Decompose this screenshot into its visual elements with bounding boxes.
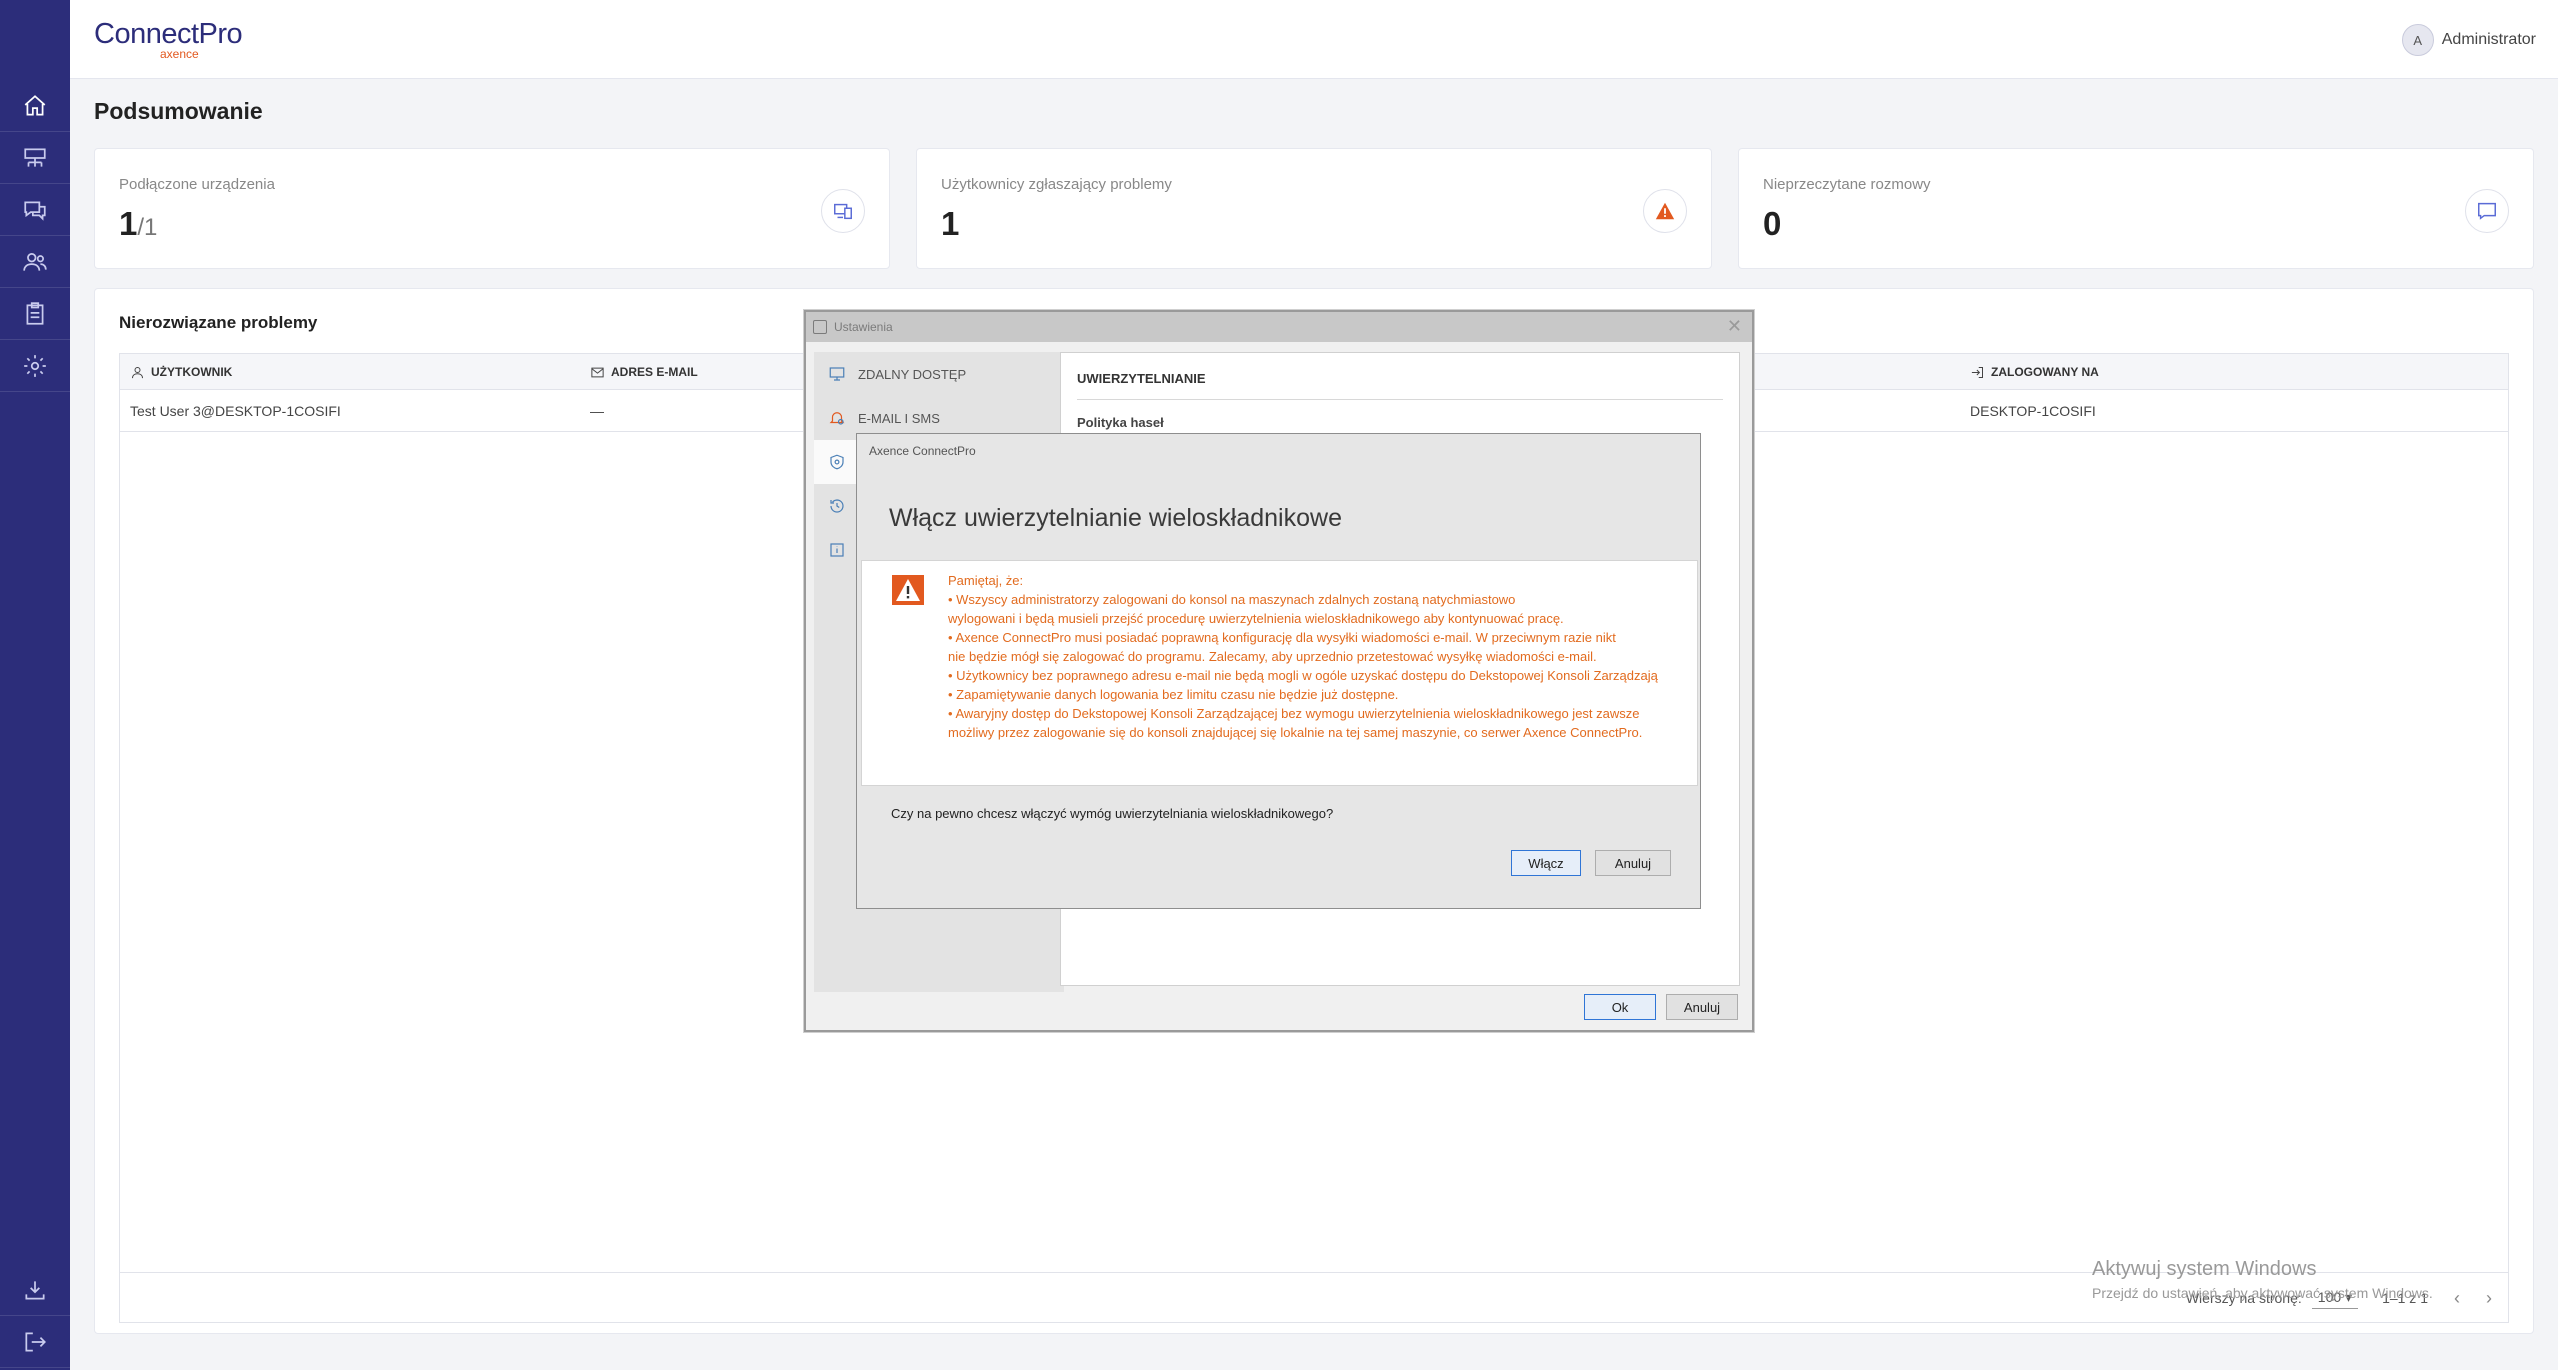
shield-icon (830, 454, 844, 470)
home-icon (24, 94, 46, 116)
card-value-denominator: /1 (137, 214, 158, 241)
warning-line: • Wszyscy administratorzy zalogowani do … (948, 592, 1516, 607)
sidebar-item-download[interactable] (0, 1264, 70, 1316)
column-label: UŻYTKOWNIK (151, 365, 233, 379)
avatar: A (2401, 24, 2434, 56)
cancel-button[interactable]: Anuluj (1666, 994, 1738, 1020)
username: Administrator (2441, 31, 2536, 48)
nav-label: E-MAIL I SMS (858, 410, 940, 426)
mfa-confirm-dialog: Axence ConnectPro Włącz uwierzytelnianie… (856, 433, 1701, 909)
settings-titlebar[interactable]: Ustawienia ✕ (806, 312, 1752, 342)
card-connected-devices[interactable]: Podłączone urządzenia 1/1 (94, 148, 890, 269)
watermark-line2: Przejdź do ustawień, aby aktywować syste… (2092, 1285, 2433, 1301)
watermark-line1: Aktywuj system Windows (2092, 1258, 2317, 1280)
column-label: ADRES E-MAIL (611, 365, 698, 379)
devices-icon (24, 147, 46, 167)
card-label: Nieprzeczytane rozmowy (1763, 176, 1931, 193)
login-icon (1971, 366, 1983, 378)
section-title: UWIERZYTELNIANIE (1077, 371, 1206, 386)
nav-label: ZDALNY DOSTĘP (858, 366, 967, 382)
prev-page-icon[interactable]: ‹ (2454, 1288, 2460, 1309)
windows-activation-watermark: Aktywuj system Windows Przejdź do ustawi… (2092, 1258, 2433, 1301)
card-unread-chats[interactable]: Nieprzeczytane rozmowy 0 (1738, 148, 2534, 269)
ok-button[interactable]: Ok (1584, 994, 1656, 1020)
download-icon (25, 1280, 45, 1300)
card-value: 0 (1763, 205, 1782, 242)
sidebar-item-home[interactable] (0, 80, 70, 132)
subsection-title: Polityka haseł (1077, 415, 1164, 430)
nav-item-remote-access[interactable]: ZDALNY DOSTĘP (814, 352, 1064, 396)
warning-line: • Awaryjny dostęp do Dekstopowej Konsoli… (948, 706, 1640, 721)
monitor-icon (829, 367, 845, 381)
gear-icon (24, 354, 46, 377)
sidebar-item-logout[interactable] (0, 1316, 70, 1368)
warning-line: nie będzie mógł się zalogować do program… (948, 649, 1597, 664)
confirm-question: Czy na pewno chcesz włączyć wymóg uwierz… (891, 806, 1334, 821)
column-header-logged-on[interactable]: ZALOGOWANY NA (1970, 354, 2099, 390)
cell-user: Test User 3@DESKTOP-1COSIFI (130, 403, 341, 419)
top-header: ConnectPro axence A Administrator (70, 0, 2558, 79)
warning-icon (892, 575, 924, 605)
info-icon (830, 543, 844, 557)
cell-logged-on: DESKTOP-1COSIFI (1970, 403, 2096, 419)
next-page-icon[interactable]: › (2486, 1288, 2492, 1309)
envelope-icon (591, 367, 604, 377)
card-value: 1 (941, 205, 960, 242)
user-menu[interactable]: A Administrator (2401, 24, 2536, 56)
divider (1077, 399, 1723, 400)
column-header-user[interactable]: UŻYTKOWNIK (130, 354, 232, 390)
sidebar-item-devices[interactable] (0, 132, 70, 184)
history-icon (830, 499, 844, 513)
warning-line: • Użytkownicy bez poprawnego adresu e-ma… (948, 668, 1658, 683)
card-value: 1/1 (119, 205, 157, 243)
warning-box: Pamiętaj, że: • Wszyscy administratorzy … (861, 560, 1698, 786)
cancel-button[interactable]: Anuluj (1595, 850, 1671, 876)
warning-line: • Axence ConnectPro musi posiadać popraw… (948, 630, 1616, 645)
logo-sub: axence (160, 47, 199, 61)
user-icon (132, 366, 143, 378)
users-icon (23, 252, 47, 271)
page-title: Podsumowanie (94, 98, 263, 124)
logo-main: ConnectPro (94, 18, 243, 50)
sidebar-item-users[interactable] (0, 236, 70, 288)
sidebar (0, 0, 70, 1370)
chat-icon (24, 201, 46, 221)
close-icon[interactable]: ✕ (1727, 316, 1742, 337)
settings-title: Ustawienia (834, 320, 893, 334)
app-icon (813, 320, 827, 334)
confirm-window-title: Axence ConnectPro (869, 444, 976, 458)
card-label: Podłączone urządzenia (119, 176, 275, 193)
card-users-reporting[interactable]: Użytkownicy zgłaszający problemy 1 (916, 148, 1712, 269)
message-icon (2465, 189, 2509, 233)
sidebar-item-reports[interactable] (0, 288, 70, 340)
logo[interactable]: ConnectPro axence (94, 18, 243, 62)
logout-icon (25, 1331, 46, 1352)
cell-email: — (590, 403, 604, 419)
bell-icon (829, 412, 845, 425)
warning-intro: Pamiętaj, że: (948, 573, 1024, 588)
card-label: Użytkownicy zgłaszający problemy (941, 176, 1172, 193)
warning-line: • Zapamiętywanie danych logowania bez li… (948, 687, 1399, 702)
devices-icon (821, 189, 865, 233)
panel-title: Nierozwiązane problemy (119, 313, 318, 332)
warning-line: możliwy przez zalogowanie się do konsoli… (948, 725, 1643, 740)
enable-button[interactable]: Włącz (1511, 850, 1581, 876)
column-header-email[interactable]: ADRES E-MAIL (590, 354, 698, 390)
confirm-heading: Włącz uwierzytelnianie wieloskładnikowe (889, 504, 1342, 532)
warning-line: wylogowani i będą musieli przejść proced… (948, 611, 1564, 626)
card-value-number: 1 (119, 205, 138, 242)
clipboard-icon (26, 301, 44, 325)
sidebar-item-settings[interactable] (0, 340, 70, 392)
column-label: ZALOGOWANY NA (1991, 365, 2099, 379)
warning-icon (1643, 189, 1687, 233)
sidebar-item-chat[interactable] (0, 184, 70, 236)
